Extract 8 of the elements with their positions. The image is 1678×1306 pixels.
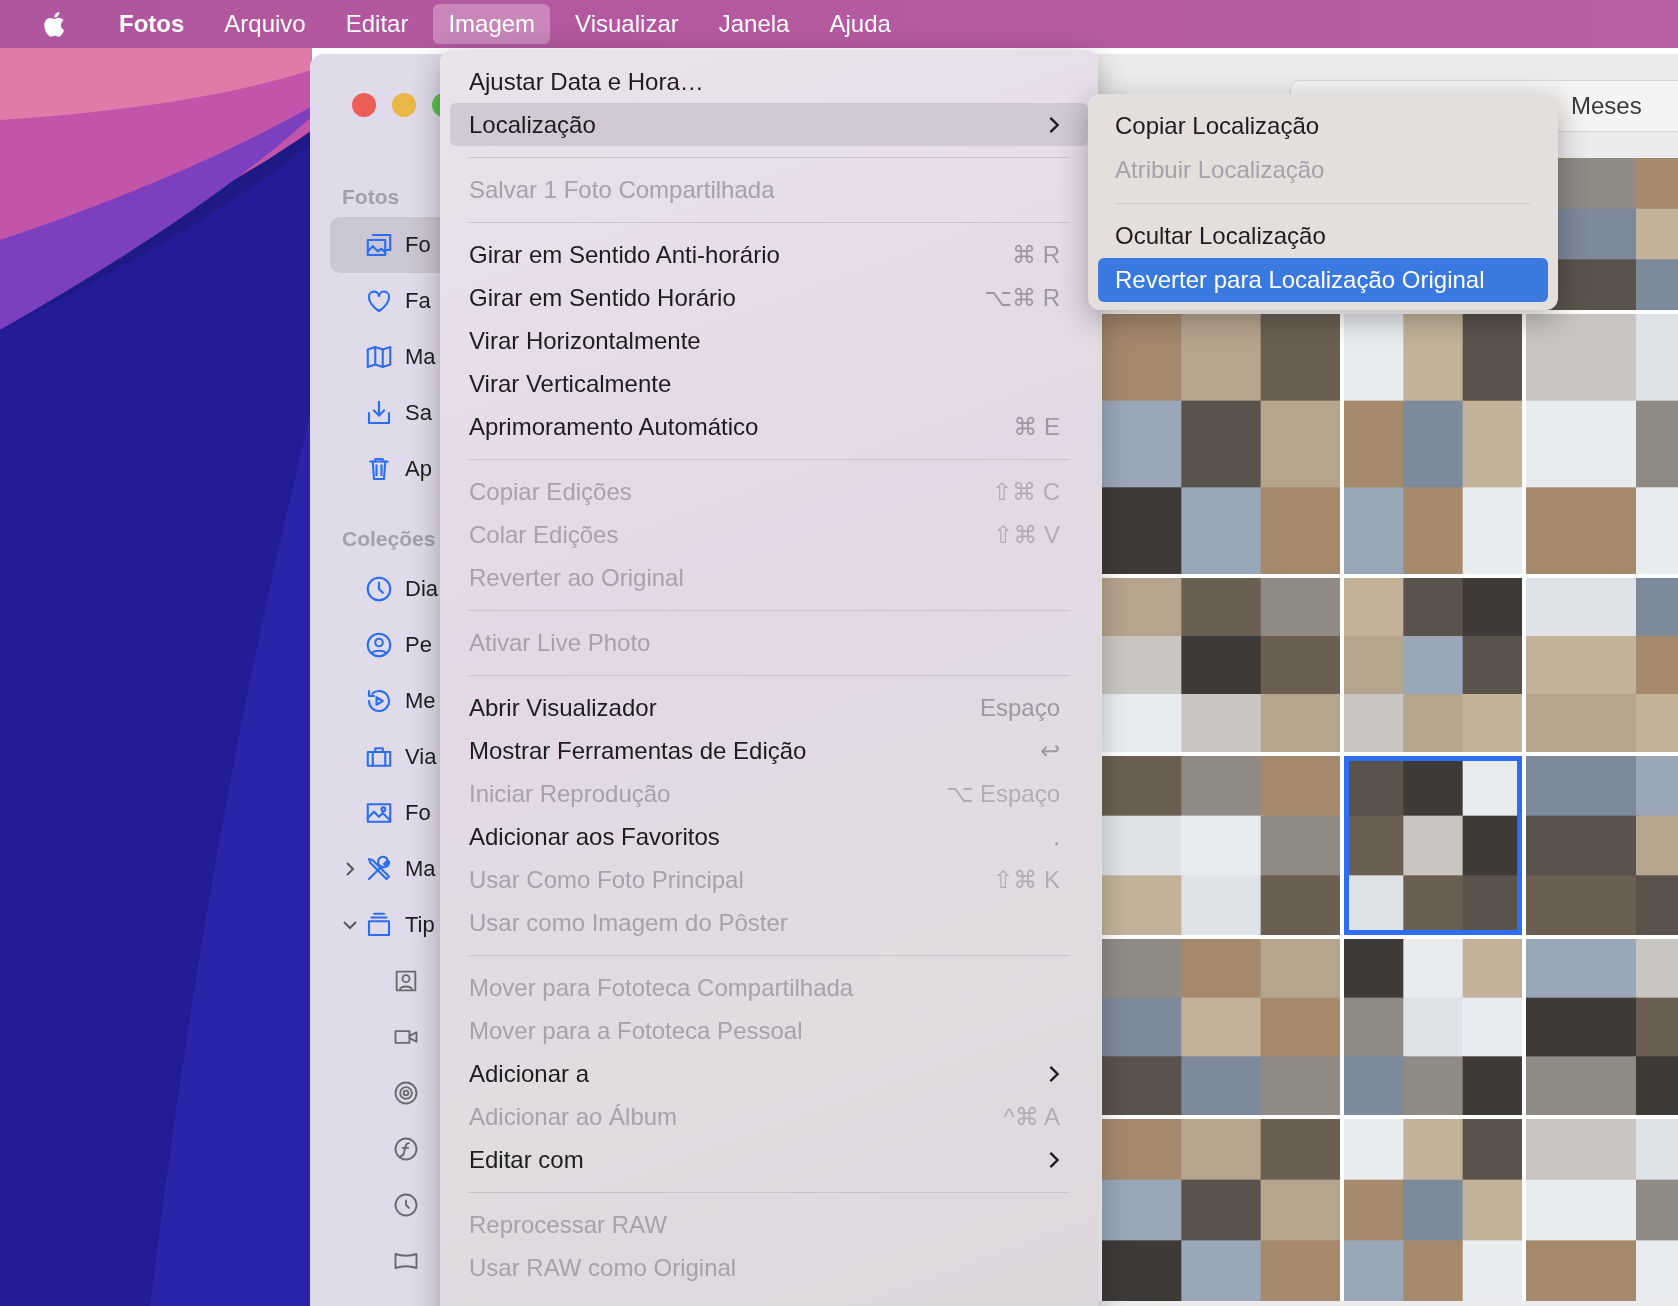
shortcut-label: ↩: [1039, 736, 1060, 765]
shortcut-label: .: [1053, 822, 1060, 851]
shortcut-label: Espaço: [979, 693, 1060, 722]
sidebar-section-title: Fotos: [342, 184, 400, 210]
sidebar-section-title: Coleções: [342, 526, 436, 552]
shortcut-label: ⌘ R: [1012, 240, 1060, 269]
shortcut-label: ⌥⌘ R: [984, 283, 1060, 312]
shortcut-label: ⌘ E: [1013, 412, 1060, 441]
